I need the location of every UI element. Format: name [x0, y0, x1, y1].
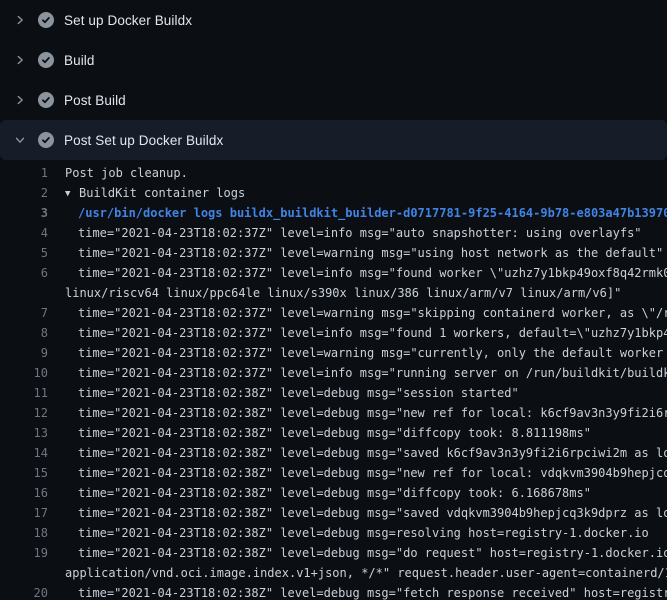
log-line-number[interactable]: 7 — [0, 303, 48, 323]
log-line-number[interactable]: 6 — [0, 263, 48, 283]
log-line: 7 time="2021-04-23T18:02:37Z" level=warni… — [0, 303, 667, 323]
chevron-right-icon[interactable] — [12, 92, 28, 108]
log-line: 6 time="2021-04-23T18:02:37Z" level=info … — [0, 263, 667, 283]
chevron-right-icon[interactable] — [12, 52, 28, 68]
log-line: 18 time="2021-04-23T18:02:38Z" level=debu… — [0, 523, 667, 543]
log-line-number[interactable]: 2 — [0, 183, 48, 203]
log-line-text: time="2021-04-23T18:02:38Z" level=debug … — [78, 506, 667, 520]
log-line-number[interactable]: 12 — [0, 403, 48, 423]
log-line-text: time="2021-04-23T18:02:38Z" level=debug … — [78, 466, 667, 480]
log-line: 2 ▼BuildKit container logs — [0, 183, 667, 203]
log-line-text: time="2021-04-23T18:02:37Z" level=warnin… — [78, 346, 667, 360]
step-title: Build — [64, 53, 95, 68]
log-line-number[interactable]: 18 — [0, 523, 48, 543]
log-line: 13 time="2021-04-23T18:02:38Z" level=debu… — [0, 423, 667, 443]
log-line-text: time="2021-04-23T18:02:37Z" level=info m… — [78, 326, 667, 340]
log-line: 10 time="2021-04-23T18:02:37Z" level=info… — [0, 363, 667, 383]
log-line-number[interactable]: 15 — [0, 463, 48, 483]
step-title: Set up Docker Buildx — [64, 13, 192, 28]
check-circle-icon — [38, 12, 54, 28]
log-line-text: time="2021-04-23T18:02:37Z" level=info m… — [78, 266, 667, 280]
chevron-down-icon[interactable] — [12, 132, 28, 148]
log-line: linux/riscv64 linux/ppc64le linux/s390x … — [0, 283, 667, 303]
log-line-number[interactable]: 13 — [0, 423, 48, 443]
log-line: 5 time="2021-04-23T18:02:37Z" level=warni… — [0, 243, 667, 263]
log-line-number[interactable]: 4 — [0, 223, 48, 243]
log-line-text: time="2021-04-23T18:02:37Z" level=info m… — [78, 226, 642, 240]
steps-list: Set up Docker Buildx Build Post Build Post … — [0, 0, 667, 160]
log-line: 1 Post job cleanup. — [0, 163, 667, 183]
log-line-text: time="2021-04-23T18:02:38Z" level=debug … — [78, 446, 667, 460]
log-line: 16 time="2021-04-23T18:02:38Z" level=debu… — [0, 483, 667, 503]
log-line-number[interactable]: 16 — [0, 483, 48, 503]
log-line: 20 time="2021-04-23T18:02:38Z" level=debu… — [0, 583, 667, 600]
step-title: Post Set up Docker Buildx — [64, 133, 223, 148]
log-line-text: time="2021-04-23T18:02:37Z" level=warnin… — [78, 306, 667, 320]
log-line: 11 time="2021-04-23T18:02:38Z" level=debu… — [0, 383, 667, 403]
log-line-text: time="2021-04-23T18:02:38Z" level=debug … — [78, 426, 591, 440]
chevron-right-icon[interactable] — [12, 12, 28, 28]
log-line: 12 time="2021-04-23T18:02:38Z" level=debu… — [0, 403, 667, 423]
step-header-build[interactable]: Build — [0, 40, 667, 80]
log-line-number[interactable]: 9 — [0, 343, 48, 363]
log-line-text: linux/riscv64 linux/ppc64le linux/s390x … — [65, 286, 621, 300]
step-header-set-up-docker-buildx[interactable]: Set up Docker Buildx — [0, 0, 667, 40]
log-line-text: BuildKit container logs — [79, 186, 245, 200]
log-line-text: time="2021-04-23T18:02:37Z" level=warnin… — [78, 246, 663, 260]
log-line-text: time="2021-04-23T18:02:37Z" level=info m… — [78, 366, 667, 380]
log-line: 15 time="2021-04-23T18:02:38Z" level=debu… — [0, 463, 667, 483]
log-area: 1 Post job cleanup. 2 ▼BuildKit container l… — [0, 160, 667, 600]
log-line: 17 time="2021-04-23T18:02:38Z" level=debu… — [0, 503, 667, 523]
log-line-text: time="2021-04-23T18:02:38Z" level=debug … — [78, 546, 667, 560]
log-line: 19 time="2021-04-23T18:02:38Z" level=debu… — [0, 543, 667, 563]
log-line-number[interactable]: 5 — [0, 243, 48, 263]
log-line-text: /usr/bin/docker logs buildx_buildkit_bui… — [78, 206, 667, 220]
log-line-number[interactable]: 19 — [0, 543, 48, 563]
step-header-post-set-up-docker-buildx[interactable]: Post Set up Docker Buildx — [0, 120, 667, 160]
check-circle-icon — [38, 52, 54, 68]
step-title: Post Build — [64, 93, 126, 108]
log-line: 8 time="2021-04-23T18:02:37Z" level=info … — [0, 323, 667, 343]
log-line-text: time="2021-04-23T18:02:38Z" level=debug … — [78, 486, 591, 500]
log-line-text: application/vnd.oci.image.index.v1+json,… — [65, 566, 667, 580]
check-circle-icon — [38, 92, 54, 108]
log-line: 14 time="2021-04-23T18:02:38Z" level=debu… — [0, 443, 667, 463]
log-line-number[interactable]: 10 — [0, 363, 48, 383]
log-line-text: Post job cleanup. — [65, 166, 188, 180]
log-line-number[interactable]: 11 — [0, 383, 48, 403]
log-line-text: time="2021-04-23T18:02:38Z" level=debug … — [78, 526, 649, 540]
log-line: 3/usr/bin/docker logs buildx_buildkit_bu… — [0, 203, 667, 223]
log-line-text: time="2021-04-23T18:02:38Z" level=debug … — [78, 406, 667, 420]
log-line-number[interactable]: 1 — [0, 163, 48, 183]
log-line-number[interactable]: 14 — [0, 443, 48, 463]
log-line: 4 time="2021-04-23T18:02:37Z" level=info … — [0, 223, 667, 243]
log-line: 9 time="2021-04-23T18:02:37Z" level=warni… — [0, 343, 667, 363]
actions-log-viewer: Set up Docker Buildx Build Post Build Post … — [0, 0, 667, 600]
log-group-toggle-icon[interactable]: ▼ — [65, 184, 79, 203]
log-line-number[interactable]: 3 — [0, 203, 48, 223]
log-line: application/vnd.oci.image.index.v1+json,… — [0, 563, 667, 583]
log-line-text: time="2021-04-23T18:02:38Z" level=debug … — [78, 386, 519, 400]
log-line-number[interactable]: 20 — [0, 583, 48, 600]
log-line-text: time="2021-04-23T18:02:38Z" level=debug … — [78, 586, 667, 600]
log-line-number[interactable]: 17 — [0, 503, 48, 523]
log-line-number[interactable]: 8 — [0, 323, 48, 343]
check-circle-icon — [38, 132, 54, 148]
step-header-post-build[interactable]: Post Build — [0, 80, 667, 120]
